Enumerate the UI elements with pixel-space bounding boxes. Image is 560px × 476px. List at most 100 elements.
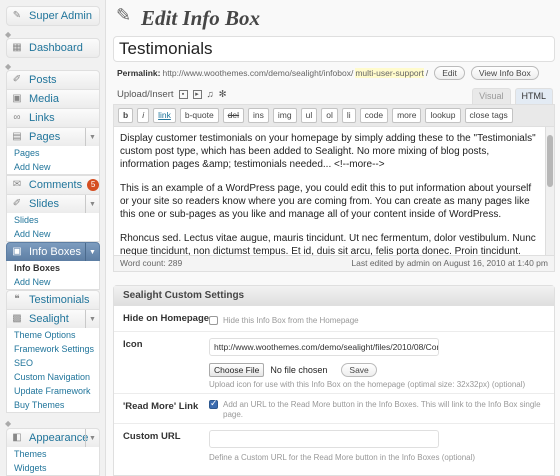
qt-li-button[interactable]: li xyxy=(341,108,356,123)
no-file-text: No file chosen xyxy=(270,365,328,375)
menu-testimonials[interactable]: ❝ Testimonials xyxy=(6,290,100,310)
appearance-icon: ◧ xyxy=(12,432,22,443)
chevron-down-icon[interactable]: ▼ xyxy=(85,310,99,328)
custom-url-input[interactable] xyxy=(209,430,439,448)
testimonials-icon: ❝ xyxy=(14,294,20,305)
submenu-buy-themes[interactable]: Buy Themes xyxy=(7,398,99,412)
chevron-down-icon[interactable]: ▼ xyxy=(85,243,99,261)
content-paragraph: This is an example of a WordPress page, … xyxy=(120,183,532,220)
qt-del-button[interactable]: del xyxy=(222,108,245,123)
submenu-add-new-page[interactable]: Add New xyxy=(7,160,99,174)
qt-close-tags-button[interactable]: close tags xyxy=(464,108,513,123)
page-title: Edit Info Box xyxy=(141,6,261,30)
read-more-checkbox[interactable] xyxy=(209,398,218,409)
scrollbar-thumb[interactable] xyxy=(547,135,553,187)
view-info-box-button[interactable]: View Info Box xyxy=(470,66,539,80)
editor-status-bar: Word count: 289 Last edited by admin on … xyxy=(114,255,554,271)
metabox-title[interactable]: Sealight Custom Settings xyxy=(114,286,554,306)
submenu-themes[interactable]: Themes xyxy=(7,447,99,461)
qt-more-button[interactable]: more xyxy=(392,108,422,123)
sealight-icon: ▩ xyxy=(12,313,22,324)
add-video-icon[interactable]: ▸ xyxy=(192,90,202,99)
dashboard-icon: ▦ xyxy=(12,42,22,53)
read-more-label: 'Read More' Link xyxy=(123,401,199,412)
qt-ol-button[interactable]: ol xyxy=(321,108,338,123)
read-more-desc: Add an URL to the Read More button in th… xyxy=(223,400,541,419)
hide-on-homepage-label: Hide on Homepage xyxy=(123,313,210,324)
upload-insert-label: Upload/Insert xyxy=(117,89,174,100)
media-icon: ▣ xyxy=(12,93,22,104)
comments-icon: ✉ xyxy=(12,179,22,190)
qt-blockquote-button[interactable]: b-quote xyxy=(179,108,219,123)
save-icon-button[interactable]: Save xyxy=(341,363,377,377)
qt-code-button[interactable]: code xyxy=(359,108,389,123)
admin-sidebar: ✎ Super Admin ◆ ▦ Dashboard ◆ ✐ Posts ▣ Medi… xyxy=(0,0,106,476)
permalink-bar: Permalink: http://www.woothemes.com/demo… xyxy=(117,66,539,80)
submenu-seo[interactable]: SEO xyxy=(7,356,99,370)
edit-permalink-button[interactable]: Edit xyxy=(434,66,465,80)
add-media-icon[interactable]: ✻ xyxy=(219,89,227,100)
menu-sealight[interactable]: ▩ Sealight ▼ xyxy=(6,309,100,329)
custom-url-desc: Define a Custom URL for the Read More bu… xyxy=(209,453,476,462)
menu-slides[interactable]: ✐ Slides ▼ xyxy=(6,194,100,214)
custom-settings-metabox: Sealight Custom Settings Hide on Homepag… xyxy=(113,285,555,476)
qt-italic-button[interactable]: i xyxy=(137,108,150,123)
menu-info-boxes[interactable]: ▣ Info Boxes ▼ xyxy=(6,242,100,262)
qt-link-button[interactable]: link xyxy=(153,108,176,123)
custom-url-label: Custom URL xyxy=(123,431,181,442)
submenu-theme-options[interactable]: Theme Options xyxy=(7,328,99,342)
submenu-info-boxes[interactable]: Info Boxes xyxy=(7,261,99,275)
pushpin-icon: ✎ xyxy=(116,5,132,25)
submenu-widgets[interactable]: Widgets xyxy=(7,461,99,475)
menu-links[interactable]: ∞ Links xyxy=(6,108,100,128)
tab-visual[interactable]: Visual xyxy=(472,88,511,104)
qt-bold-button[interactable]: b xyxy=(118,108,134,123)
editor-scrollbar[interactable] xyxy=(545,127,554,255)
content-textarea[interactable]: Display customer testimonials on your ho… xyxy=(114,127,546,255)
menu-dashboard[interactable]: ▦ Dashboard xyxy=(6,38,100,58)
submenu-add-new-slide[interactable]: Add New xyxy=(7,227,99,241)
qt-ins-button[interactable]: ins xyxy=(248,108,269,123)
separator-icon: ◆ xyxy=(5,419,12,428)
custom-url-row: Custom URL Define a Custom URL for the R… xyxy=(114,424,554,476)
chevron-down-icon[interactable]: ▼ xyxy=(85,128,99,146)
qt-ul-button[interactable]: ul xyxy=(300,108,318,123)
permalink-slug[interactable]: multi-user-support xyxy=(355,68,424,78)
icon-row: Icon http://www.woothemes.com/demo/seali… xyxy=(114,332,554,394)
submenu-framework-settings[interactable]: Framework Settings xyxy=(7,342,99,356)
word-count: Word count: 289 xyxy=(120,258,183,268)
icon-url-input[interactable]: http://www.woothemes.com/demo/sealight/f… xyxy=(209,338,439,356)
submenu-pages[interactable]: Pages xyxy=(7,146,99,160)
permalink-base: http://www.woothemes.com/demo/sealight/i… xyxy=(162,68,354,78)
tab-html[interactable]: HTML xyxy=(514,88,553,104)
icon-desc: Upload icon for use with this Info Box o… xyxy=(209,380,526,389)
content-paragraph: Display customer testimonials on your ho… xyxy=(120,133,536,170)
submenu-update-framework[interactable]: Update Framework xyxy=(7,384,99,398)
super-admin-icon: ✎ xyxy=(12,10,22,21)
menu-comments[interactable]: ✉ Comments 5 xyxy=(6,175,100,195)
submenu-add-new-info-box[interactable]: Add New xyxy=(7,275,99,289)
qt-lookup-button[interactable]: lookup xyxy=(425,108,461,123)
post-title-input[interactable]: Testimonials xyxy=(113,36,555,62)
menu-super-admin[interactable]: ✎ Super Admin xyxy=(6,6,100,26)
menu-appearance[interactable]: ◧ Appearance ▼ xyxy=(6,428,100,448)
menu-posts[interactable]: ✐ Posts xyxy=(6,70,100,90)
submenu-custom-navigation[interactable]: Custom Navigation xyxy=(7,370,99,384)
chevron-down-icon[interactable]: ▼ xyxy=(85,195,99,213)
submenu-slides[interactable]: Slides xyxy=(7,213,99,227)
menu-media[interactable]: ▣ Media xyxy=(6,89,100,109)
content-editor: b i link b-quote del ins img ul ol li co… xyxy=(113,104,555,272)
hide-on-homepage-row: Hide on Homepage Hide this Info Box from… xyxy=(114,306,554,332)
qt-img-button[interactable]: img xyxy=(272,108,297,123)
icon-label: Icon xyxy=(123,339,143,350)
content-paragraph: Rhoncus sed. Lectus vitae augue, mauris … xyxy=(120,233,536,255)
add-audio-icon[interactable]: ♫ xyxy=(207,89,214,100)
menu-pages[interactable]: ▤ Pages ▼ xyxy=(6,127,100,147)
chevron-down-icon[interactable]: ▼ xyxy=(85,429,99,447)
choose-file-button[interactable]: Choose File xyxy=(209,363,265,377)
hide-on-homepage-checkbox[interactable] xyxy=(209,315,218,325)
add-image-icon[interactable]: ▪ xyxy=(178,90,188,99)
sealight-submenu: Theme Options Framework Settings SEO Cus… xyxy=(6,328,100,413)
info-boxes-icon: ▣ xyxy=(12,246,22,257)
main-content: ✎ Edit Info Box Testimonials Permalink: … xyxy=(106,0,560,476)
